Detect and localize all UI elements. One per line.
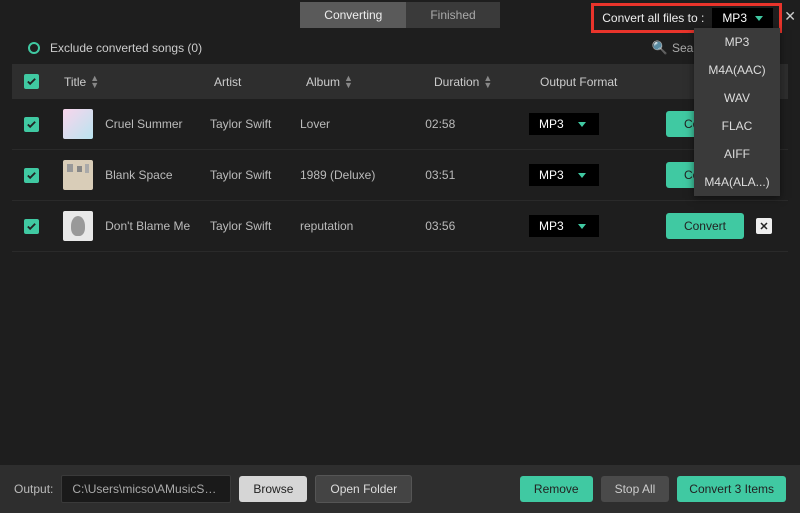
- output-label: Output:: [14, 482, 53, 496]
- column-title[interactable]: Title ▲▼: [64, 75, 214, 89]
- song-album: reputation: [300, 219, 425, 233]
- format-select[interactable]: MP3: [529, 164, 599, 186]
- song-duration: 03:56: [425, 219, 529, 233]
- dropdown-option[interactable]: WAV: [694, 84, 780, 112]
- song-duration: 03:51: [425, 168, 529, 182]
- format-select[interactable]: MP3: [529, 113, 599, 135]
- tab-finished[interactable]: Finished: [406, 2, 499, 28]
- table-row: Blank Space Taylor Swift 1989 (Deluxe) 0…: [12, 150, 788, 201]
- table-row: Don't Blame Me Taylor Swift reputation 0…: [12, 201, 788, 252]
- convert-button[interactable]: Convert: [666, 213, 744, 239]
- stop-all-button[interactable]: Stop All: [601, 476, 670, 502]
- song-duration: 02:58: [425, 117, 529, 131]
- circle-icon[interactable]: [28, 42, 40, 54]
- song-title: Cruel Summer: [105, 117, 182, 131]
- chevron-down-icon: [578, 224, 586, 229]
- convert-all-button[interactable]: Convert 3 Items: [677, 476, 786, 502]
- song-artist: Taylor Swift: [210, 117, 300, 131]
- song-title: Blank Space: [105, 168, 172, 182]
- sort-icon: ▲▼: [344, 75, 353, 89]
- row-checkbox[interactable]: [24, 219, 39, 234]
- row-checkbox[interactable]: [24, 168, 39, 183]
- sort-icon: ▲▼: [483, 75, 492, 89]
- song-album: 1989 (Deluxe): [300, 168, 425, 182]
- chevron-down-icon: [578, 122, 586, 127]
- format-dropdown-menu: MP3 M4A(AAC) WAV FLAC AIFF M4A(ALA...): [694, 28, 780, 196]
- convert-all-label: Convert all files to :: [602, 11, 704, 25]
- sort-icon: ▲▼: [90, 75, 99, 89]
- dropdown-option[interactable]: MP3: [694, 28, 780, 56]
- delete-button[interactable]: ✕: [756, 218, 772, 234]
- album-thumbnail: [63, 160, 93, 190]
- chevron-down-icon: [578, 173, 586, 178]
- dropdown-option[interactable]: M4A(ALA...): [694, 168, 780, 196]
- output-path-field[interactable]: C:\Users\micso\AMusicSoft\...: [61, 475, 231, 503]
- footer: Output: C:\Users\micso\AMusicSoft\... Br…: [0, 465, 800, 513]
- close-icon[interactable]: ✕: [784, 8, 796, 25]
- convert-all-format-dropdown[interactable]: MP3: [712, 8, 773, 28]
- column-album[interactable]: Album ▲▼: [306, 75, 434, 89]
- search-icon: 🔍: [652, 40, 668, 56]
- column-output-format: Output Format: [540, 75, 680, 89]
- column-artist[interactable]: Artist: [214, 75, 306, 89]
- chevron-down-icon: [755, 16, 763, 21]
- dropdown-option[interactable]: FLAC: [694, 112, 780, 140]
- song-title: Don't Blame Me: [105, 219, 190, 233]
- song-album: Lover: [300, 117, 425, 131]
- album-thumbnail: [63, 211, 93, 241]
- open-folder-button[interactable]: Open Folder: [315, 475, 412, 503]
- tab-converting[interactable]: Converting: [300, 2, 406, 28]
- select-all-checkbox[interactable]: [24, 74, 39, 89]
- convert-all-selected: MP3: [722, 11, 747, 25]
- tab-group: Converting Finished: [300, 2, 499, 28]
- remove-button[interactable]: Remove: [520, 476, 593, 502]
- browse-button[interactable]: Browse: [239, 476, 307, 502]
- table-row: Cruel Summer Taylor Swift Lover 02:58 MP…: [12, 99, 788, 150]
- song-artist: Taylor Swift: [210, 168, 300, 182]
- column-duration[interactable]: Duration ▲▼: [434, 75, 540, 89]
- exclude-converted-label: Exclude converted songs (0): [50, 41, 202, 55]
- table-header: Title ▲▼ Artist Album ▲▼ Duration ▲▼ Out…: [12, 64, 788, 99]
- album-thumbnail: [63, 109, 93, 139]
- dropdown-option[interactable]: AIFF: [694, 140, 780, 168]
- row-checkbox[interactable]: [24, 117, 39, 132]
- song-artist: Taylor Swift: [210, 219, 300, 233]
- format-select[interactable]: MP3: [529, 215, 599, 237]
- dropdown-option[interactable]: M4A(AAC): [694, 56, 780, 84]
